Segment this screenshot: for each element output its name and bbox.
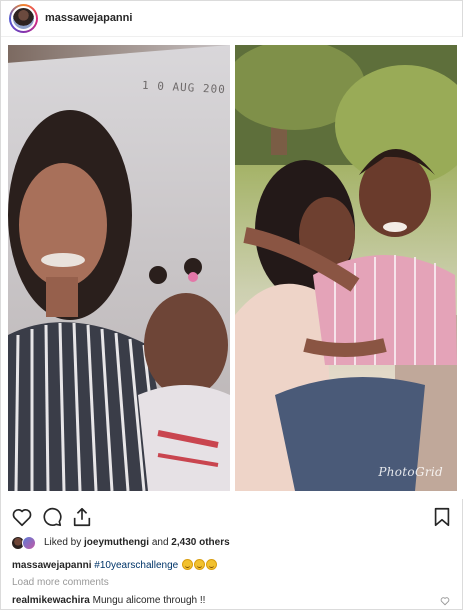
likes-middle: and — [149, 537, 172, 548]
post-username[interactable]: massawejapanni — [45, 12, 132, 24]
post-photo-collage[interactable]: 1 0 AUG 200 PhotoGrid — [2, 37, 463, 499]
share-upload-icon[interactable] — [71, 506, 93, 528]
comment-username[interactable]: realmikewachira — [12, 595, 90, 606]
bookmark-icon[interactable] — [431, 506, 453, 528]
new-photo-illustration — [235, 45, 457, 491]
likes-row: Liked by joeymuthengi and 2,430 others — [11, 536, 451, 550]
post-caption: massawejapanni #10yearschallenge — [12, 559, 217, 571]
heart-outline-icon[interactable] — [11, 506, 33, 528]
old-photo: 1 0 AUG 200 — [8, 45, 230, 491]
instagram-post-card: massawejapanni 1 0 AUG 200 PhotoGrid Lik… — [0, 0, 463, 610]
story-ring[interactable] — [9, 4, 38, 33]
user-avatar[interactable] — [11, 6, 36, 31]
caption-hashtag[interactable]: #10yearschallenge — [94, 560, 178, 571]
old-photo-illustration — [8, 110, 230, 491]
photogrid-watermark: PhotoGrid — [378, 465, 443, 479]
grinning-face-emoji-icon — [206, 559, 217, 570]
likes-text[interactable]: Liked by joeymuthengi and 2,430 others — [44, 537, 230, 548]
load-more-comments-button[interactable]: Load more comments — [12, 577, 109, 588]
caption-username[interactable]: massawejapanni — [12, 560, 91, 571]
likes-user[interactable]: joeymuthengi — [84, 537, 149, 548]
post-header: massawejapanni — [1, 1, 462, 37]
comment-like-heart-icon[interactable] — [440, 596, 450, 606]
grinning-face-emoji-icon — [194, 559, 205, 570]
comment-item: realmikewachira Mungu alicome through !! — [12, 595, 205, 606]
likes-others[interactable]: 2,430 others — [171, 537, 229, 548]
likes-prefix: Liked by — [44, 537, 85, 548]
speech-bubble-icon[interactable] — [41, 506, 63, 528]
grinning-face-emoji-icon — [182, 559, 193, 570]
post-action-bar — [1, 506, 462, 532]
liker-avatar[interactable] — [22, 536, 36, 550]
comment-text: Mungu alicome through !! — [92, 595, 206, 606]
photo-right-panel: PhotoGrid — [235, 45, 457, 491]
photo-left-panel: 1 0 AUG 200 — [8, 45, 230, 491]
